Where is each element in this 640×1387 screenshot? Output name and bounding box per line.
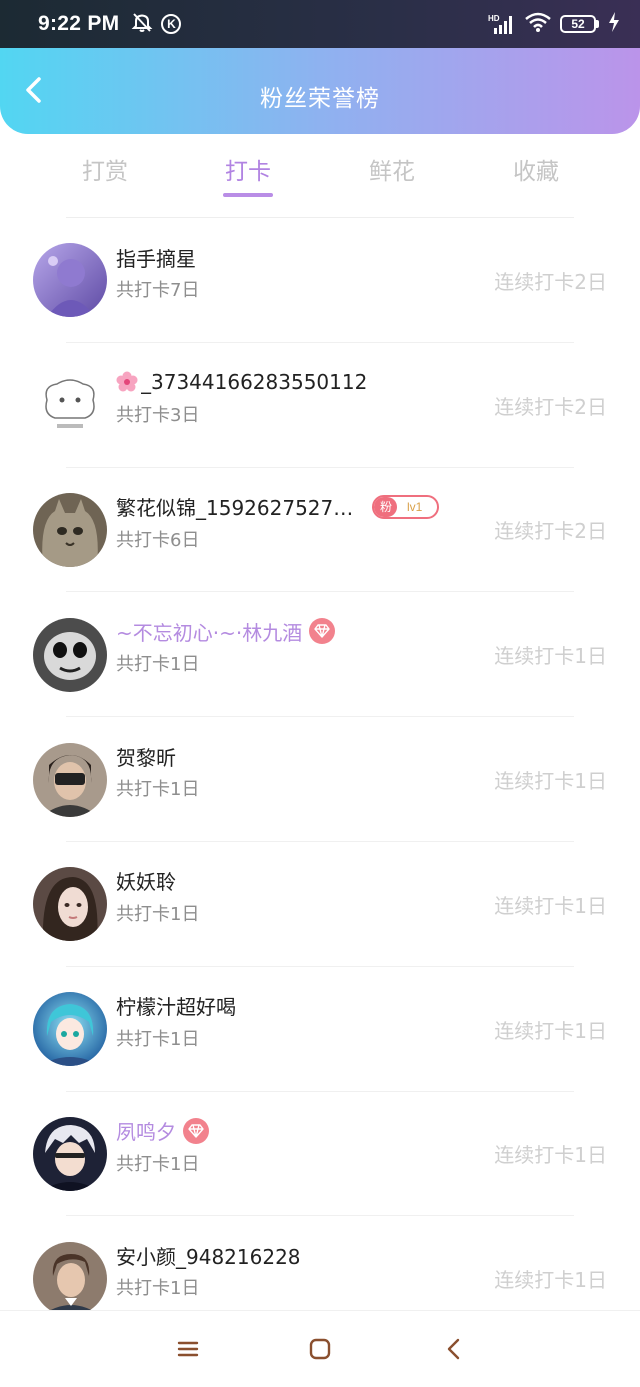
list-item[interactable]: 夙鸣夕 共打卡1日 连续打卡1日 [0, 1092, 640, 1217]
avatar[interactable] [33, 1116, 107, 1191]
total-checkins: 共打卡1日 [116, 779, 200, 801]
total-checkins: 共打卡7日 [116, 280, 200, 301]
charging-icon [608, 12, 620, 36]
home-button[interactable] [308, 1337, 332, 1361]
avatar[interactable] [33, 992, 107, 1067]
user-name: ~不忘初心·~·林九酒 [116, 620, 303, 645]
streak-label: 连续打卡1日 [494, 893, 607, 918]
user-name: 柠檬汁超好喝 [116, 995, 236, 1020]
battery-icon: 52 [560, 15, 599, 33]
wifi-icon [525, 12, 551, 36]
list-item[interactable]: 繁花似锦_15926275271... 粉 lv1 共打卡6日 连续打卡2日 [0, 468, 640, 593]
user-name: 指手摘星 [116, 246, 196, 271]
home-square-icon [308, 1338, 332, 1365]
page-header: 粉丝荣誉榜 [0, 48, 640, 134]
tab-active-indicator [223, 193, 273, 197]
svg-text:HD: HD [488, 14, 500, 23]
status-bar: 9:22 PM K HD 52 [0, 0, 640, 48]
streak-label: 连续打卡1日 [494, 769, 607, 794]
user-name: 贺黎昕 [116, 745, 176, 770]
menu-icon [176, 1341, 200, 1365]
mute-bell-icon [131, 11, 153, 37]
nav-back-button[interactable] [442, 1337, 466, 1361]
signal-icon: HD [488, 13, 516, 35]
list-item[interactable]: 妖妖聆 共打卡1日 连续打卡1日 [0, 842, 640, 967]
page-title: 粉丝荣誉榜 [260, 86, 380, 112]
avatar[interactable] [33, 742, 107, 817]
total-checkins: 共打卡1日 [116, 1028, 200, 1050]
list-item[interactable]: _37344166283550112 共打卡3日 连续打卡2日 [0, 343, 640, 468]
tab-favorites[interactable]: 收藏 [486, 152, 586, 186]
avatar[interactable] [33, 867, 107, 942]
streak-label: 连续打卡1日 [494, 644, 607, 669]
avatar[interactable] [33, 1241, 107, 1316]
tab-reward[interactable]: 打赏 [55, 152, 155, 186]
user-name: 妖妖聆 [116, 870, 176, 895]
user-name: 安小颜_948216228 [116, 1244, 301, 1269]
total-checkins: 共打卡1日 [116, 1153, 200, 1175]
system-nav-bar [0, 1310, 640, 1387]
avatar[interactable] [33, 368, 107, 443]
user-name: 繁花似锦_15926275271... [116, 496, 356, 521]
avatar[interactable] [33, 617, 107, 692]
avatar[interactable] [33, 243, 107, 318]
streak-label: 连续打卡2日 [494, 269, 607, 294]
status-time: 9:22 PM [38, 12, 120, 35]
streak-label: 连续打卡1日 [494, 1143, 607, 1168]
total-checkins: 共打卡6日 [116, 529, 200, 551]
list-item[interactable]: 贺黎昕 共打卡1日 连续打卡1日 [0, 717, 640, 842]
recent-apps-button[interactable] [176, 1337, 200, 1361]
list-item[interactable]: 指手摘星 共打卡7日 连续打卡2日 [0, 218, 640, 343]
total-checkins: 共打卡1日 [116, 903, 200, 925]
streak-label: 连续打卡1日 [494, 1018, 607, 1043]
ranking-list: 指手摘星 共打卡7日 连续打卡2日 _37344166283550112 共打卡… [0, 218, 640, 1341]
streak-label: 连续打卡1日 [494, 1268, 607, 1293]
diamond-vip-icon [309, 618, 336, 645]
tab-checkin[interactable]: 打卡 [198, 152, 298, 186]
back-triangle-icon [442, 1338, 466, 1365]
avatar[interactable] [33, 492, 107, 567]
user-name: 夙鸣夕 [116, 1120, 176, 1145]
total-checkins: 共打卡1日 [116, 654, 200, 676]
total-checkins: 共打卡3日 [116, 404, 200, 426]
streak-label: 连续打卡2日 [494, 394, 607, 419]
list-item[interactable]: ~不忘初心·~·林九酒 共打卡1日 连续打卡1日 [0, 592, 640, 717]
diamond-vip-icon [183, 1117, 209, 1144]
streak-label: 连续打卡2日 [494, 519, 607, 544]
user-name: _37344166283550112 [141, 369, 368, 394]
cherry-blossom-icon [116, 371, 138, 393]
fan-level-badge: 粉 lv1 [372, 494, 440, 519]
k-icon: K [161, 14, 182, 34]
tab-bar: 打赏 打卡 鲜花 收藏 [0, 134, 640, 218]
list-item[interactable]: 柠檬汁超好喝 共打卡1日 连续打卡1日 [0, 967, 640, 1092]
total-checkins: 共打卡1日 [116, 1278, 200, 1300]
tab-flowers[interactable]: 鲜花 [342, 152, 442, 186]
